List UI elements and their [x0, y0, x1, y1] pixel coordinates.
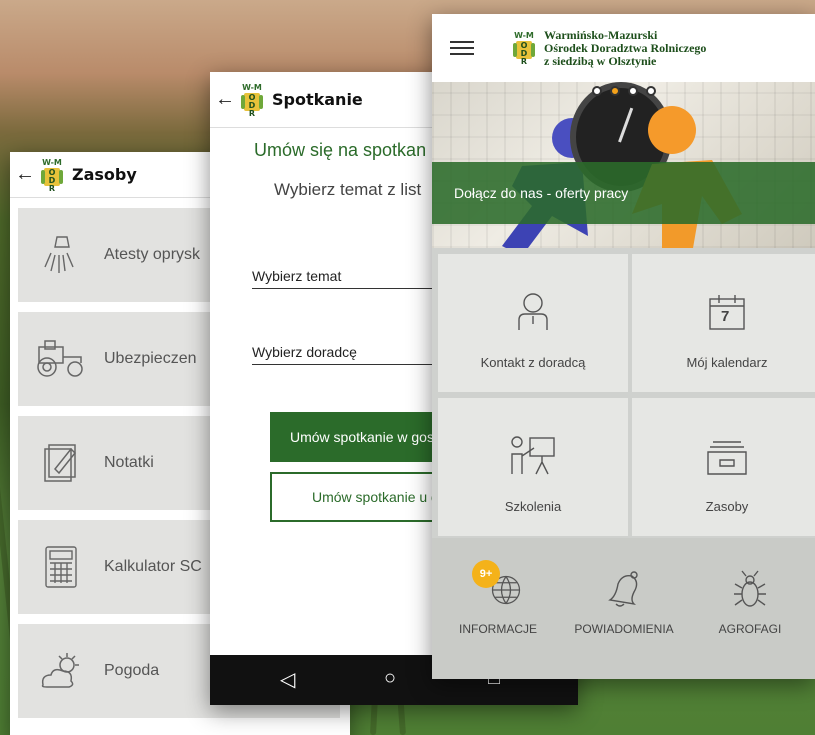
- list-item-label: Atesty oprysk: [104, 246, 201, 263]
- tile-trainings[interactable]: Szkolenia: [438, 398, 628, 536]
- presentation-icon: [508, 432, 558, 481]
- spotkanie-title: Spotkanie: [272, 90, 363, 109]
- news-carousel[interactable]: Dołącz do nas - oferty pracy: [432, 82, 815, 248]
- meeting-subheading: Wybierz temat z list: [274, 180, 422, 199]
- person-icon: [515, 292, 551, 337]
- bug-icon: [734, 570, 766, 607]
- nav-home-icon[interactable]: ○: [384, 667, 396, 690]
- arrow-left-icon[interactable]: ←: [12, 163, 38, 186]
- list-item-label: Kalkulator SC: [104, 558, 202, 575]
- nav-label: POWIADOMIENIA: [574, 622, 674, 636]
- bottom-navigation: 9+ INFORMACJE POWIADOMIENIA AGROFAGI: [432, 538, 815, 679]
- zasoby-title: Zasoby: [72, 165, 137, 184]
- calendar-day: 7: [721, 308, 730, 325]
- calendar-icon: 7: [707, 292, 747, 337]
- list-item-label: Ubezpieczen: [104, 350, 197, 367]
- tile-resources[interactable]: Zasoby: [632, 398, 815, 536]
- nav-label: INFORMACJE: [459, 622, 537, 636]
- list-item-label: Pogoda: [104, 662, 160, 679]
- tile-label: Zasoby: [705, 499, 749, 514]
- arrow-left-icon[interactable]: ←: [212, 88, 238, 111]
- nav-label: AGROFAGI: [718, 622, 782, 636]
- weather-icon: [18, 651, 104, 691]
- tile-my-calendar[interactable]: 7 Mój kalendarz: [632, 254, 815, 392]
- tile-advisor-contact[interactable]: Kontakt z doradcą: [438, 254, 628, 392]
- carousel-dot[interactable]: [610, 86, 620, 96]
- carousel-dot[interactable]: [646, 86, 656, 96]
- organization-header: W-M ODR Warmińsko-Mazurski Ośrodek Dorad…: [510, 27, 707, 68]
- nav-powiadomienia[interactable]: POWIADOMIENIA: [564, 560, 684, 636]
- phone-main-screen: W-M ODR Warmińsko-Mazurski Ośrodek Dorad…: [432, 14, 815, 679]
- carousel-dot[interactable]: [628, 86, 638, 96]
- list-item-label: Notatki: [104, 454, 154, 471]
- sprayer-icon: [18, 233, 104, 277]
- archive-box-icon: [705, 438, 749, 481]
- tile-label: Szkolenia: [504, 499, 562, 514]
- menu-icon[interactable]: [450, 37, 474, 59]
- carousel-indicator: [592, 86, 656, 96]
- notes-icon: [18, 441, 104, 485]
- nav-agrofagi[interactable]: AGROFAGI: [690, 560, 810, 636]
- meeting-heading: Umów się na spotkan: [254, 140, 427, 160]
- wm-odr-logo: W-M ODR: [513, 31, 535, 66]
- wm-odr-logo: W-M ODR: [41, 157, 63, 193]
- nav-back-icon[interactable]: ◁: [280, 667, 295, 692]
- bell-icon: [608, 571, 638, 607]
- tractor-icon: [18, 339, 104, 379]
- tile-label: Kontakt z doradcą: [480, 355, 586, 370]
- nav-informacje[interactable]: 9+ INFORMACJE: [438, 560, 558, 636]
- wm-odr-logo: W-M ODR: [241, 82, 263, 118]
- calculator-icon: [18, 545, 104, 589]
- main-app-bar: W-M ODR Warmińsko-Mazurski Ośrodek Dorad…: [432, 14, 815, 82]
- carousel-dot[interactable]: [592, 86, 602, 96]
- banner-caption: Dołącz do nas - oferty pracy: [432, 162, 815, 224]
- organization-name: Warmińsko-Mazurski Ośrodek Doradztwa Rol…: [544, 27, 707, 68]
- notification-badge: 9+: [472, 560, 500, 588]
- tile-label: Mój kalendarz: [686, 355, 768, 370]
